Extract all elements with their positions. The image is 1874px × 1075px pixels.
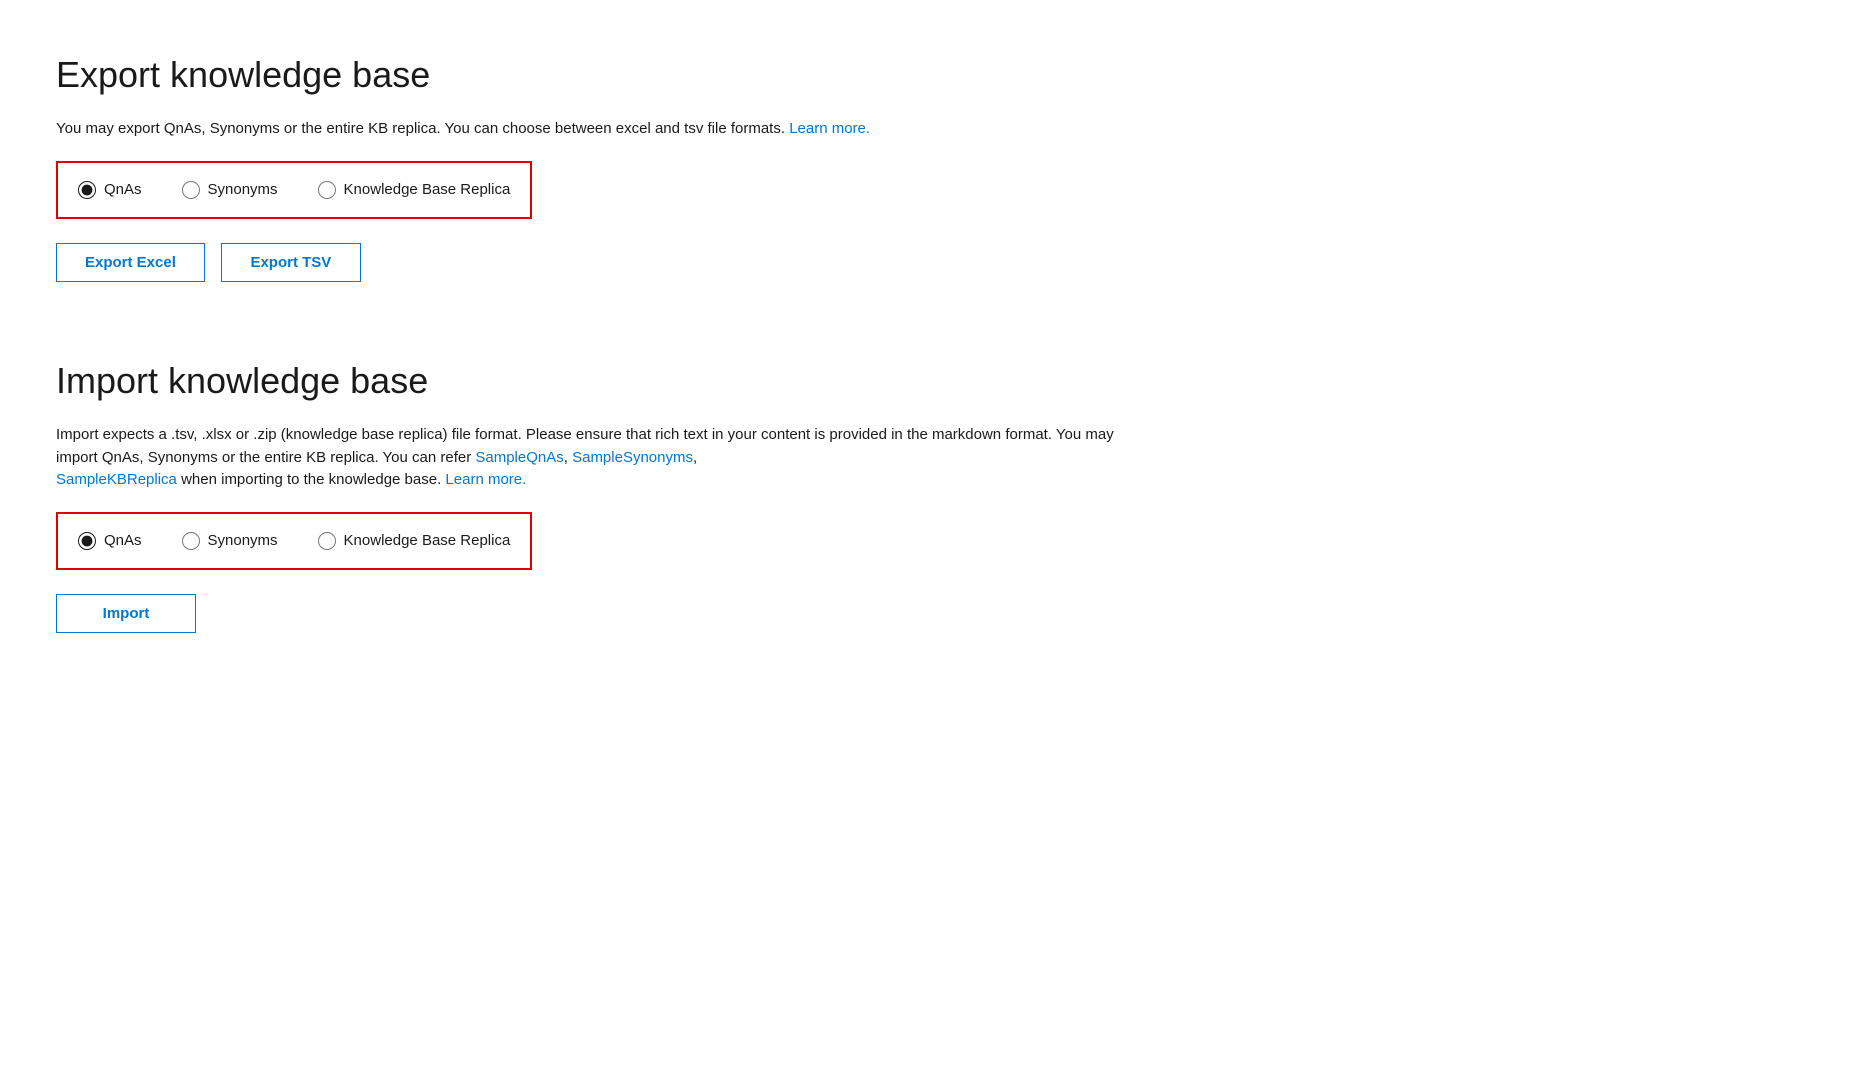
import-kb-replica-label: Knowledge Base Replica <box>344 530 511 553</box>
import-desc-part2: when importing to the knowledge base. <box>181 471 441 488</box>
sample-synonyms-link[interactable]: SampleSynonyms <box>572 449 693 466</box>
sample-qnas-link[interactable]: SampleQnAs <box>475 449 563 466</box>
import-description: Import expects a .tsv, .xlsx or .zip (kn… <box>56 424 1156 492</box>
export-section: Export knowledge base You may export QnA… <box>56 48 1818 282</box>
import-radio-group: QnAs Synonyms Knowledge Base Replica <box>56 512 532 571</box>
export-kb-replica-option[interactable]: Knowledge Base Replica <box>318 179 511 202</box>
export-button-group: Export Excel Export TSV <box>56 243 1818 282</box>
import-learn-more-link[interactable]: Learn more. <box>445 471 526 488</box>
import-title: Import knowledge base <box>56 354 1818 408</box>
export-qnas-radio[interactable] <box>78 181 96 199</box>
import-qnas-radio[interactable] <box>78 532 96 550</box>
export-kb-replica-radio[interactable] <box>318 181 336 199</box>
export-title: Export knowledge base <box>56 48 1818 102</box>
export-kb-replica-label: Knowledge Base Replica <box>344 179 511 202</box>
export-tsv-button[interactable]: Export TSV <box>221 243 361 282</box>
import-qnas-label: QnAs <box>104 530 142 553</box>
import-kb-replica-radio[interactable] <box>318 532 336 550</box>
sample-kb-replica-link[interactable]: SampleKBReplica <box>56 471 177 488</box>
import-kb-replica-option[interactable]: Knowledge Base Replica <box>318 530 511 553</box>
import-section: Import knowledge base Import expects a .… <box>56 354 1818 633</box>
export-synonyms-option[interactable]: Synonyms <box>182 179 278 202</box>
import-synonyms-label: Synonyms <box>208 530 278 553</box>
import-qnas-option[interactable]: QnAs <box>78 530 142 553</box>
export-description: You may export QnAs, Synonyms or the ent… <box>56 118 956 141</box>
import-synonyms-radio[interactable] <box>182 532 200 550</box>
export-synonyms-label: Synonyms <box>208 179 278 202</box>
export-learn-more-link[interactable]: Learn more. <box>789 120 870 137</box>
export-synonyms-radio[interactable] <box>182 181 200 199</box>
import-button-group: Import <box>56 594 1818 633</box>
import-button[interactable]: Import <box>56 594 196 633</box>
export-excel-button[interactable]: Export Excel <box>56 243 205 282</box>
export-qnas-label: QnAs <box>104 179 142 202</box>
import-synonyms-option[interactable]: Synonyms <box>182 530 278 553</box>
export-radio-group: QnAs Synonyms Knowledge Base Replica <box>56 161 532 220</box>
export-qnas-option[interactable]: QnAs <box>78 179 142 202</box>
